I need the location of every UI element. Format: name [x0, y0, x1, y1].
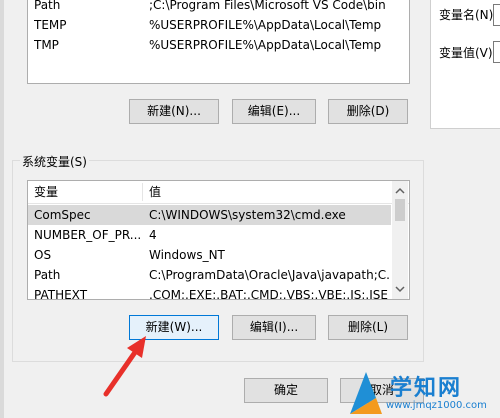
- variable-name: OS: [34, 248, 52, 262]
- variable-value: %USERPROFILE%\AppData\Local\Temp: [149, 18, 382, 32]
- system-variables-title: 系统变量(S): [20, 153, 89, 170]
- variable-value: Windows_NT: [149, 248, 225, 262]
- user-delete-button[interactable]: 删除(D): [328, 99, 408, 124]
- variable-value-input-edge[interactable]: [493, 41, 500, 63]
- user-variables-list[interactable]: Path ;C:\Program Files\Microsoft VS Code…: [27, 0, 410, 84]
- column-header-row: 变量 值: [28, 181, 409, 204]
- variable-name: PATHEXT: [34, 288, 88, 300]
- table-row[interactable]: TMP %USERPROFILE%\AppData\Local\Temp: [28, 35, 409, 55]
- variable-name: ComSpec: [34, 208, 91, 222]
- environment-variables-dialog: Path ;C:\Program Files\Microsoft VS Code…: [0, 0, 428, 418]
- system-delete-button[interactable]: 删除(L): [328, 315, 408, 340]
- variable-name: Path: [34, 0, 61, 12]
- watermark-logo-icon: [350, 372, 382, 414]
- variable-value: %USERPROFILE%\AppData\Local\Temp: [149, 38, 382, 52]
- system-variables-list[interactable]: 变量 值 ComSpec C:\WINDOWS\system32\cmd.exe…: [27, 180, 410, 300]
- annotation-arrow-icon: [103, 336, 146, 397]
- table-row[interactable]: TEMP %USERPROFILE%\AppData\Local\Temp: [28, 15, 409, 35]
- column-header-value[interactable]: 值: [149, 181, 349, 203]
- variable-value: ;C:\Program Files\Microsoft VS Code\bin: [149, 0, 386, 12]
- watermark-brand: 学知网: [390, 376, 463, 401]
- variable-value: C:\ProgramData\Oracle\Java\javapath;C...: [149, 268, 389, 282]
- user-new-button[interactable]: 新建(N)...: [129, 99, 219, 124]
- watermark-url: www.jmqz1000.com: [386, 400, 487, 411]
- ok-button[interactable]: 确定: [244, 378, 328, 403]
- column-header-name[interactable]: 变量: [34, 181, 134, 203]
- variable-name: TEMP: [34, 18, 67, 32]
- variable-value: .COM;.EXE;.BAT;.CMD;.VBS;.VBE;.JS;.JSE;.…: [149, 288, 389, 300]
- scroll-up-arrow-icon[interactable]: [392, 183, 408, 199]
- table-row[interactable]: OS Windows_NT: [28, 245, 391, 265]
- table-row[interactable]: ComSpec C:\WINDOWS\system32\cmd.exe: [28, 205, 391, 225]
- variable-value-label: 变量值(V):: [439, 46, 497, 60]
- scrollbar-thumb[interactable]: [395, 199, 405, 221]
- variable-value: 4: [149, 228, 157, 242]
- scroll-down-arrow-icon[interactable]: [392, 281, 408, 297]
- table-row[interactable]: PATHEXT .COM;.EXE;.BAT;.CMD;.VBS;.VBE;.J…: [28, 285, 391, 300]
- user-edit-button[interactable]: 编辑(E)...: [232, 99, 316, 124]
- table-row[interactable]: Path C:\ProgramData\Oracle\Java\javapath…: [28, 265, 391, 285]
- system-edit-button[interactable]: 编辑(I)...: [232, 315, 316, 340]
- variable-name: TMP: [34, 38, 59, 52]
- window-edge: [0, 0, 4, 418]
- variable-value: C:\WINDOWS\system32\cmd.exe: [149, 208, 346, 222]
- variable-name-label: 变量名(N):: [439, 8, 498, 22]
- table-row[interactable]: NUMBER_OF_PR... 4: [28, 225, 391, 245]
- new-variable-dialog: 变量名(N): 变量值(V):: [430, 0, 500, 129]
- variable-name-input-edge[interactable]: [493, 4, 500, 26]
- table-row[interactable]: Path ;C:\Program Files\Microsoft VS Code…: [28, 0, 409, 15]
- watermark: 学知网 www.jmqz1000.com: [340, 368, 500, 418]
- vertical-scrollbar[interactable]: [392, 181, 408, 299]
- variable-name: NUMBER_OF_PR...: [34, 228, 142, 242]
- variable-name: Path: [34, 268, 61, 282]
